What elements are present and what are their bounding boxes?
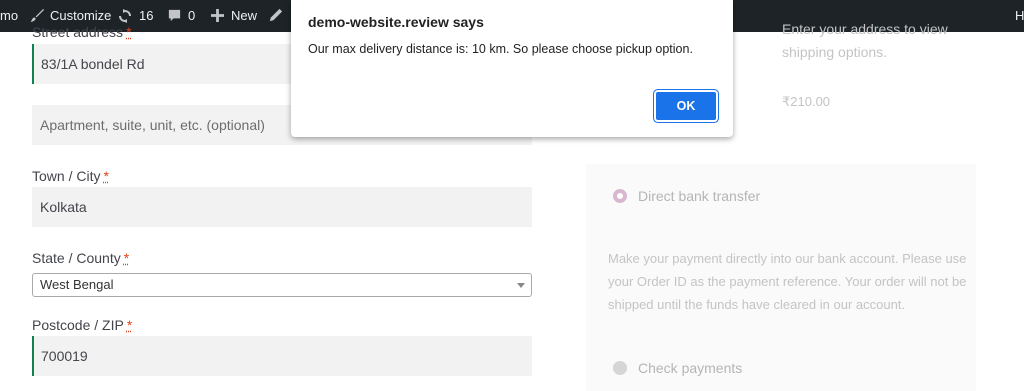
alert-dialog: demo-website.review says Our max deliver…	[291, 0, 733, 137]
order-total: ₹210.00	[782, 94, 831, 109]
city-label: Town / City *	[32, 168, 109, 184]
street-address-value: 83/1A bondel Rd	[41, 56, 145, 72]
required-mark: *	[126, 317, 133, 333]
my-account-label: H	[1015, 8, 1024, 23]
state-label: State / County *	[32, 250, 129, 266]
shipping-note-line1: Enter your address to view	[782, 21, 948, 37]
required-mark: *	[123, 250, 130, 266]
bank-transfer-description: Make your payment directly into our bank…	[608, 251, 967, 312]
shipping-note-line2: shipping options.	[782, 44, 888, 60]
street-address-label-text: Street address	[32, 24, 124, 40]
city-input[interactable]: Kolkata	[32, 187, 532, 227]
required-mark: *	[103, 168, 109, 184]
state-value: West Bengal	[40, 277, 114, 292]
postcode-label-text: Postcode / ZIP	[32, 317, 124, 333]
postcode-input[interactable]: 700019	[32, 336, 532, 376]
new-label: New	[231, 8, 258, 23]
paintbrush-icon	[30, 8, 45, 23]
pencil-icon	[269, 8, 283, 22]
bank-transfer-label[interactable]: Direct bank transfer	[638, 188, 760, 204]
ok-button[interactable]: OK	[656, 92, 716, 120]
postcode-value: 700019	[41, 348, 88, 364]
edit-item[interactable]	[269, 0, 285, 32]
city-value: Kolkata	[40, 199, 87, 215]
site-name-label: mo	[0, 8, 19, 23]
dialog-message: Our max delivery distance is: 10 km. So …	[308, 42, 693, 56]
plus-icon	[211, 9, 224, 22]
dialog-title: demo-website.review says	[308, 14, 484, 30]
new-content-item[interactable]: New	[211, 0, 257, 32]
state-select[interactable]: West Bengal	[32, 273, 532, 297]
updates-count: 16	[139, 8, 154, 23]
comments-count: 0	[188, 8, 196, 23]
bank-transfer-radio[interactable]	[613, 189, 627, 203]
street-address-label: Street address *	[32, 24, 132, 40]
comment-icon	[168, 9, 181, 22]
comments-item[interactable]: 0	[167, 0, 199, 32]
state-label-text: State / County	[32, 250, 121, 266]
check-payments-label[interactable]: Check payments	[638, 360, 742, 376]
updates-icon	[119, 9, 131, 23]
apartment-placeholder: Apartment, suite, unit, etc. (optional)	[40, 117, 265, 133]
dropdown-arrow-icon	[517, 283, 525, 288]
my-account-item[interactable]: H	[1015, 0, 1024, 32]
postcode-label: Postcode / ZIP *	[32, 317, 132, 333]
city-label-text: Town / City	[32, 168, 101, 184]
required-mark: *	[126, 24, 132, 40]
check-payments-radio[interactable]	[613, 361, 627, 375]
